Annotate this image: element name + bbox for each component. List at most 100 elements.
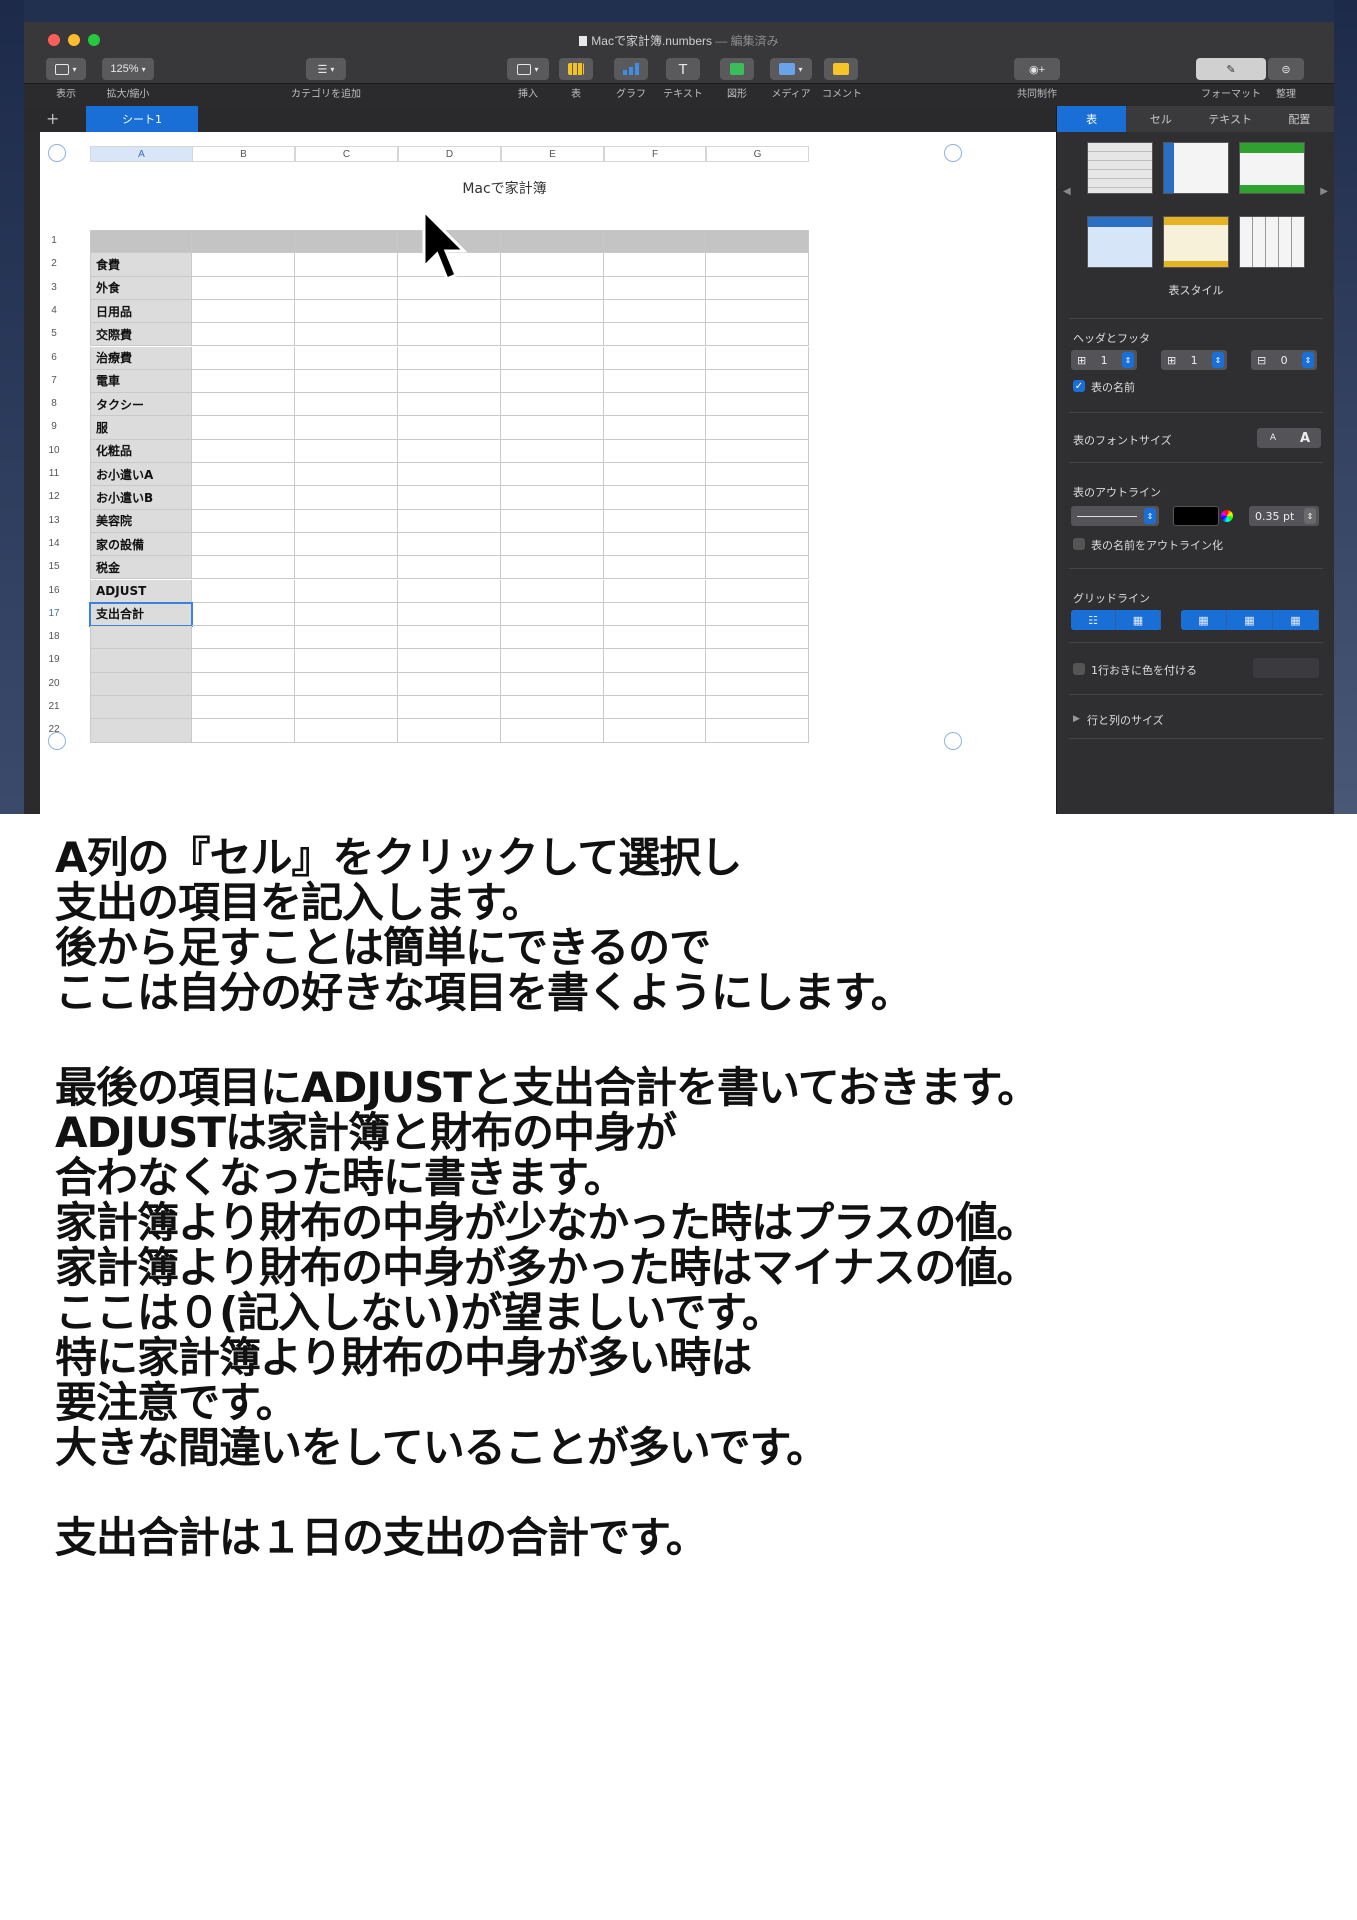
row-number[interactable]: 9: [40, 421, 68, 432]
category-cell[interactable]: 化粧品: [90, 439, 192, 463]
table-cell[interactable]: [501, 393, 604, 417]
table-cell[interactable]: [706, 463, 809, 487]
gridlines-header-toggle[interactable]: ▦ ▦ ▦: [1181, 610, 1319, 630]
table-cell[interactable]: [295, 626, 398, 650]
header-row-gridlines-icon[interactable]: ▦: [1181, 610, 1227, 630]
table-cell[interactable]: [501, 439, 604, 463]
category-cell[interactable]: 服: [90, 416, 192, 440]
table-cell[interactable]: [192, 672, 295, 696]
table-cell[interactable]: [192, 416, 295, 440]
insert-button[interactable]: ▾: [507, 58, 549, 80]
stepper-arrows-icon[interactable]: ⇕: [1144, 508, 1156, 524]
font-size-buttons[interactable]: A A: [1257, 428, 1321, 448]
table-cell[interactable]: [295, 672, 398, 696]
table-cell[interactable]: [295, 230, 398, 254]
table-cell[interactable]: [192, 602, 295, 627]
row-number[interactable]: 20: [40, 678, 68, 689]
disclosure-triangle-icon[interactable]: ▶: [1073, 714, 1080, 724]
table-cell[interactable]: [192, 253, 295, 277]
table-cell[interactable]: [192, 323, 295, 347]
table-cell[interactable]: [501, 346, 604, 370]
table-cell[interactable]: [295, 579, 398, 603]
row-number[interactable]: 18: [40, 631, 68, 642]
table-cell[interactable]: [501, 696, 604, 720]
stepper-arrows-icon[interactable]: ⇕: [1212, 352, 1224, 368]
column-header-f[interactable]: F: [604, 146, 706, 162]
table-cell[interactable]: [501, 486, 604, 510]
larger-font-button[interactable]: A: [1289, 431, 1321, 446]
table-cell[interactable]: [398, 532, 501, 557]
gridlines-body-toggle[interactable]: ☷ ▦: [1071, 610, 1161, 630]
table-cell[interactable]: [295, 276, 398, 300]
row-column-size-label[interactable]: 行と列のサイズ: [1087, 712, 1164, 728]
column-header-c[interactable]: C: [295, 146, 398, 162]
table-cell[interactable]: [295, 509, 398, 533]
table-cell[interactable]: [295, 463, 398, 487]
table-cell[interactable]: [295, 299, 398, 324]
category-cell[interactable]: タクシー: [90, 393, 192, 417]
table-cell[interactable]: [398, 346, 501, 370]
table-cell[interactable]: [706, 323, 809, 347]
table-cell[interactable]: [604, 649, 706, 673]
footer-gridlines-icon[interactable]: ▦: [1273, 610, 1319, 630]
table-cell[interactable]: [398, 579, 501, 603]
table-cell[interactable]: [192, 463, 295, 487]
table-name-checkbox[interactable]: ✓: [1073, 380, 1085, 392]
table-cell[interactable]: [501, 299, 604, 324]
table-cell[interactable]: [604, 416, 706, 440]
table-style-5[interactable]: [1163, 216, 1229, 268]
table-cell[interactable]: [398, 719, 501, 743]
table-cell[interactable]: [192, 299, 295, 324]
column-header-a[interactable]: A: [90, 146, 193, 162]
table-cell[interactable]: [604, 439, 706, 463]
table-cell[interactable]: [706, 719, 809, 743]
inspector-tab-2[interactable]: テキスト: [1196, 106, 1265, 132]
column-header-b[interactable]: B: [192, 146, 295, 162]
table-cell[interactable]: [706, 532, 809, 557]
row-number[interactable]: 3: [40, 282, 68, 293]
selected-cell[interactable]: 支出合計: [89, 601, 193, 628]
horizontal-gridlines-icon[interactable]: ☷: [1071, 610, 1116, 630]
collaborate-button[interactable]: ◉+: [1014, 58, 1060, 80]
table-button[interactable]: [559, 58, 593, 80]
select-table-handle[interactable]: [48, 144, 66, 162]
table-cell[interactable]: [192, 369, 295, 394]
smaller-font-button[interactable]: A: [1257, 433, 1289, 443]
category-cell[interactable]: 外食: [90, 276, 192, 300]
table-cell[interactable]: [706, 509, 809, 533]
table-cell[interactable]: [706, 672, 809, 696]
table-cell[interactable]: [706, 696, 809, 720]
table-cell[interactable]: [604, 253, 706, 277]
category-cell[interactable]: 美容院: [90, 509, 192, 533]
row-number[interactable]: 14: [40, 538, 68, 549]
table-cell[interactable]: [398, 323, 501, 347]
table-cell[interactable]: [398, 509, 501, 533]
table-cell[interactable]: [398, 463, 501, 487]
table-cell[interactable]: [192, 626, 295, 650]
comment-button[interactable]: [824, 58, 858, 80]
table-cell[interactable]: [501, 416, 604, 440]
stepper-arrows-icon[interactable]: ⇕: [1122, 352, 1134, 368]
row-number[interactable]: 12: [40, 491, 68, 502]
column-resize-handle[interactable]: [944, 144, 962, 162]
table-cell[interactable]: [604, 556, 706, 580]
table-cell[interactable]: [706, 602, 809, 627]
table-cell[interactable]: [398, 556, 501, 580]
table-cell[interactable]: [192, 486, 295, 510]
sheet-tab-active[interactable]: シート1: [86, 106, 198, 132]
table-cell[interactable]: [604, 696, 706, 720]
table-cell[interactable]: [295, 346, 398, 370]
prev-style-page-icon[interactable]: ◀: [1063, 186, 1071, 197]
table-cell[interactable]: [398, 649, 501, 673]
table-cell[interactable]: [706, 299, 809, 324]
row-number[interactable]: 17: [40, 608, 68, 619]
table-cell[interactable]: [604, 486, 706, 510]
row-number[interactable]: 13: [40, 515, 68, 526]
table-cell[interactable]: [604, 532, 706, 557]
category-cell[interactable]: 家の設備: [90, 532, 192, 557]
table-cell[interactable]: [604, 276, 706, 300]
row-number[interactable]: 22: [40, 724, 68, 735]
table-cell[interactable]: [295, 696, 398, 720]
row-number[interactable]: 15: [40, 561, 68, 572]
row-number[interactable]: 2: [40, 258, 68, 269]
